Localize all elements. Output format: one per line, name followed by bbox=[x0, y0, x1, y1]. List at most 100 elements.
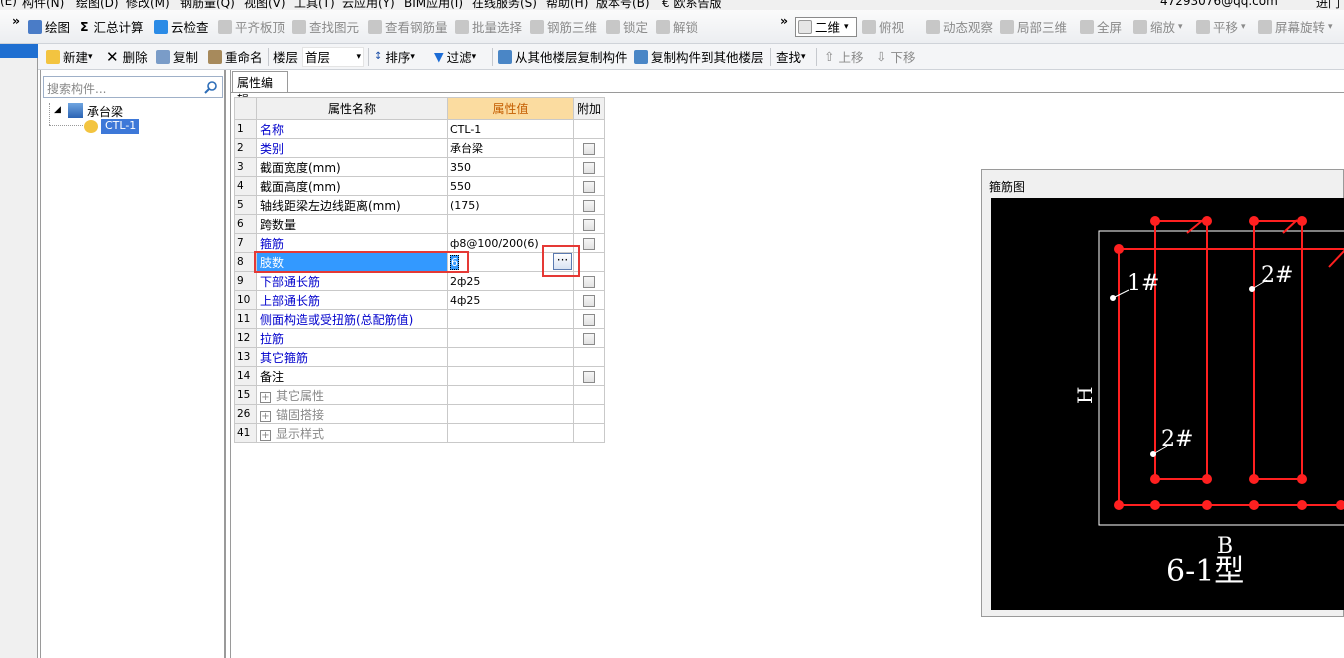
extra-checkbox[interactable] bbox=[583, 218, 595, 231]
property-name[interactable]: 截面宽度(mm) bbox=[256, 157, 448, 177]
table-row[interactable]: 14 备注 bbox=[234, 366, 605, 386]
tree-root[interactable]: 承台梁 bbox=[87, 103, 123, 120]
table-row[interactable]: 1 名称 CTL-1 bbox=[234, 119, 605, 139]
table-row[interactable]: 10 上部通长筋 4ф25 bbox=[234, 290, 605, 310]
property-value[interactable]: 350 bbox=[447, 157, 574, 177]
view-2d-select[interactable]: 二维 ▾ bbox=[795, 10, 857, 43]
menu-component[interactable]: 构件(N) bbox=[22, 0, 64, 10]
menu-view[interactable]: 视图(V) bbox=[244, 0, 286, 10]
copy-to-floor-button[interactable]: 复制构件到其他楼层 bbox=[634, 44, 764, 69]
floor-select[interactable]: 首层 ▾ bbox=[302, 44, 364, 69]
menu-modify[interactable]: 修改(M) bbox=[126, 0, 170, 10]
extra-checkbox[interactable] bbox=[583, 161, 595, 174]
copy-button[interactable]: 复制 bbox=[156, 44, 198, 69]
property-name[interactable]: + 锚固搭接 bbox=[256, 404, 448, 424]
menu-draw[interactable]: 绘图(D) bbox=[76, 0, 119, 10]
extra-checkbox[interactable] bbox=[583, 275, 595, 288]
view-rebar-button[interactable]: 查看钢筋量 bbox=[368, 10, 448, 43]
property-name[interactable]: 备注 bbox=[256, 366, 448, 386]
filter-button[interactable]: ▼ 过滤 ▾ bbox=[434, 44, 476, 69]
property-name[interactable]: 侧面构造或受扭筋(总配筋值) bbox=[256, 309, 448, 329]
property-value[interactable]: CTL-1 bbox=[447, 119, 574, 139]
table-row[interactable]: 13 其它箍筋 bbox=[234, 347, 605, 367]
extra-checkbox[interactable] bbox=[583, 237, 595, 250]
menu-online[interactable]: 在线服务(S) bbox=[472, 0, 537, 10]
property-value[interactable] bbox=[447, 366, 574, 386]
expand-plus-icon[interactable]: + bbox=[260, 391, 271, 403]
property-value[interactable]: 550 bbox=[447, 176, 574, 196]
property-name[interactable]: 轴线距梁左边线距离(mm) bbox=[256, 195, 448, 215]
property-value[interactable]: 4ф25 bbox=[447, 290, 574, 310]
extra-checkbox[interactable] bbox=[583, 180, 595, 193]
expand-plus-icon[interactable]: + bbox=[260, 429, 271, 441]
menu-cloud[interactable]: 云应用(Y) bbox=[342, 0, 395, 10]
delete-button[interactable]: ✕ 删除 bbox=[106, 44, 148, 69]
property-name[interactable]: 下部通长筋 bbox=[256, 271, 448, 291]
search-button[interactable]: 查找 ▾ bbox=[776, 44, 806, 69]
property-name[interactable]: 类别 bbox=[256, 138, 448, 158]
expand-plus-icon[interactable]: + bbox=[260, 410, 271, 422]
tree-collapse-icon[interactable]: ◢ bbox=[54, 105, 61, 115]
menu-trial[interactable]: € 欧系告版 bbox=[662, 0, 721, 10]
copy-from-floor-button[interactable]: 从其他楼层复制构件 bbox=[498, 44, 628, 69]
extra-checkbox[interactable] bbox=[583, 313, 595, 326]
draw-button[interactable]: 绘图 bbox=[28, 10, 70, 43]
table-row[interactable]: 41 + 显示样式 bbox=[234, 423, 605, 443]
extra-checkbox[interactable] bbox=[583, 142, 595, 155]
property-value[interactable] bbox=[447, 385, 574, 405]
search-input[interactable]: 搜索构件... bbox=[43, 76, 223, 98]
extra-checkbox[interactable] bbox=[583, 370, 595, 383]
property-name[interactable]: 拉筋 bbox=[256, 328, 448, 348]
tree-item-ctl1[interactable]: CTL-1 bbox=[101, 119, 139, 134]
table-row[interactable]: 4 截面高度(mm) 550 bbox=[234, 176, 605, 196]
top-view-button[interactable]: 俯视 bbox=[862, 10, 904, 43]
table-row[interactable]: 5 轴线距梁左边线距离(mm) (175) bbox=[234, 195, 605, 215]
property-value[interactable] bbox=[447, 309, 574, 329]
property-value[interactable]: 承台梁 bbox=[447, 138, 574, 158]
extra-checkbox[interactable] bbox=[583, 294, 595, 307]
flat-top-button[interactable]: 平齐板顶 bbox=[218, 10, 285, 43]
property-name[interactable]: 其它箍筋 bbox=[256, 347, 448, 367]
table-row[interactable]: 26 + 锚固搭接 bbox=[234, 404, 605, 424]
find-element-button[interactable]: 查找图元 bbox=[292, 10, 359, 43]
menu-tools[interactable]: 工具(T) bbox=[294, 0, 335, 10]
batch-select-button[interactable]: 批量选择 bbox=[455, 10, 522, 43]
menu-rebar[interactable]: 钢筋量(Q) bbox=[180, 0, 235, 10]
sort-button[interactable]: ↕ 排序 ▾ bbox=[374, 44, 415, 69]
toolbar-overflow-icon[interactable]: » bbox=[12, 4, 20, 37]
new-button[interactable]: 新建 ▾ bbox=[46, 44, 93, 69]
toolbar-overflow-icon-2[interactable]: » bbox=[780, 4, 788, 37]
property-name[interactable]: 名称 bbox=[256, 119, 448, 139]
property-value[interactable] bbox=[447, 423, 574, 443]
sum-button[interactable]: Σ 汇总计算 bbox=[80, 10, 144, 43]
table-row[interactable]: 12 拉筋 bbox=[234, 328, 605, 348]
property-value[interactable] bbox=[447, 404, 574, 424]
fullscreen-button[interactable]: 全屏 bbox=[1080, 10, 1122, 43]
property-name[interactable]: + 其它属性 bbox=[256, 385, 448, 405]
zoom-button[interactable]: 缩放 ▾ bbox=[1133, 10, 1183, 43]
menu-bim[interactable]: BIM应用(I) bbox=[404, 0, 463, 10]
move-up-button[interactable]: ⇧ 上移 bbox=[824, 44, 864, 69]
property-value[interactable]: (175) bbox=[447, 195, 574, 215]
property-value[interactable] bbox=[447, 347, 574, 367]
user-email[interactable]: 47293076@qq.com bbox=[1160, 0, 1278, 8]
property-name[interactable]: + 显示样式 bbox=[256, 423, 448, 443]
dynamic-view-button[interactable]: 动态观察 bbox=[926, 10, 993, 43]
table-row[interactable]: 11 侧面构造或受扭筋(总配筋值) bbox=[234, 309, 605, 329]
lock-button[interactable]: 锁定 bbox=[606, 10, 648, 43]
tab-property-edit[interactable]: 属性编辑 bbox=[232, 71, 288, 107]
menu-extra[interactable]: 进门 bbox=[1316, 0, 1340, 10]
move-down-button[interactable]: ⇩ 下移 bbox=[876, 44, 916, 69]
property-value[interactable] bbox=[447, 328, 574, 348]
local-3d-button[interactable]: 局部三维 bbox=[1000, 10, 1067, 43]
ellipsis-button[interactable]: ··· bbox=[553, 253, 572, 270]
cloud-check-button[interactable]: 云检查 bbox=[154, 10, 209, 43]
menu-help[interactable]: 帮助(H) bbox=[546, 0, 588, 10]
property-name[interactable]: 跨数量 bbox=[256, 214, 448, 234]
property-value[interactable] bbox=[447, 214, 574, 234]
pan-button[interactable]: 平移 ▾ bbox=[1196, 10, 1246, 43]
property-name[interactable]: 上部通长筋 bbox=[256, 290, 448, 310]
table-row[interactable]: 15 + 其它属性 bbox=[234, 385, 605, 405]
unlock-button[interactable]: 解锁 bbox=[656, 10, 698, 43]
table-row[interactable]: 3 截面宽度(mm) 350 bbox=[234, 157, 605, 177]
